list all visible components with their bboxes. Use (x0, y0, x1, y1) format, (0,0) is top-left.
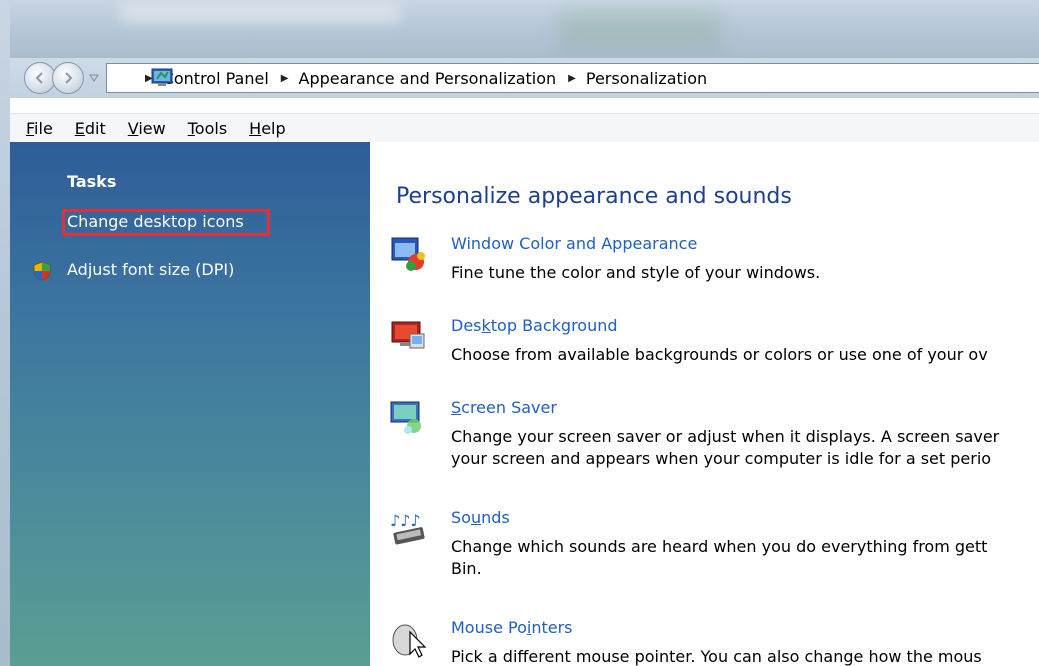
svg-text:♪♪♪: ♪♪♪ (390, 511, 421, 530)
screen-saver-description-line1: Change your screen saver or adjust when … (451, 427, 1000, 446)
forward-button[interactable] (52, 62, 84, 94)
screen-saver-description: Change your screen saver or adjust when … (451, 426, 1039, 470)
breadcrumb-control-panel[interactable]: Control Panel (163, 69, 269, 88)
breadcrumb-separator-icon: ▶ (280, 72, 289, 84)
menu-help[interactable]: Help (249, 119, 285, 138)
desktop-background-icon (391, 321, 425, 349)
glass-reflection (560, 10, 720, 50)
menu-view[interactable]: View (128, 119, 166, 138)
window-color-link[interactable]: Window Color and Appearance (451, 234, 697, 253)
recent-pages-chevron-down-icon[interactable] (88, 72, 100, 84)
task-screen-saver: Screen Saver Change your screen saver or… (388, 398, 1039, 480)
page-title: Personalize appearance and sounds (396, 184, 792, 209)
task-desktop-background: Desktop Background Choose from available… (388, 316, 1039, 376)
task-window-color: Window Color and Appearance Fine tune th… (388, 234, 1039, 294)
control-panel-icon (151, 68, 173, 86)
personalization-window: ▶ Control Panel ▶ Appearance and Persona… (0, 0, 1039, 666)
sounds-description-line1: Change which sounds are heard when you d… (451, 537, 988, 556)
sounds-description: Change which sounds are heard when you d… (451, 536, 1039, 580)
task-mouse-pointers: Mouse Pointers Pick a different mouse po… (388, 618, 1039, 666)
breadcrumb-separator-icon: ▶ (568, 72, 576, 84)
highlight-box (62, 209, 270, 236)
main-content: Personalize appearance and sounds Window… (370, 142, 1039, 666)
back-arrow-icon (35, 72, 43, 84)
window-color-description: Fine tune the color and style of your wi… (451, 263, 821, 282)
sounds-description-line2: Bin. (451, 559, 482, 578)
window-color-icon (391, 237, 425, 271)
screen-saver-description-line2: your screen and appears when your comput… (451, 449, 992, 468)
menu-edit[interactable]: Edit (75, 119, 106, 138)
screen-saver-icon (390, 401, 421, 434)
sidebar-heading: Tasks (67, 172, 117, 191)
desktop-background-description: Choose from available backgrounds or col… (451, 345, 988, 364)
adjust-font-size-link[interactable]: Adjust font size (DPI) (67, 260, 234, 279)
forward-arrow-icon (65, 72, 73, 84)
sounds-link[interactable]: Sounds (451, 508, 510, 527)
window-left-frame (0, 0, 10, 666)
menu-bar: File Edit View Tools Help (10, 113, 1039, 143)
screen-saver-link[interactable]: Screen Saver (451, 398, 557, 417)
tasks-sidebar: Tasks Change desktop icons Adjust font s… (10, 142, 370, 666)
breadcrumb-personalization[interactable]: Personalization (586, 69, 707, 88)
mouse-pointer-icon (392, 624, 427, 658)
breadcrumb-appearance-and-personalization[interactable]: Appearance and Personalization (299, 69, 557, 88)
desktop-background-link[interactable]: Desktop Background (451, 316, 618, 335)
menu-tools[interactable]: Tools (188, 119, 227, 138)
sounds-icon: ♪♪♪ (390, 511, 425, 545)
mouse-pointers-description: Pick a different mouse pointer. You can … (451, 647, 982, 666)
change-desktop-icons-link[interactable]: Change desktop icons (62, 209, 270, 236)
address-bar[interactable]: ▶ Control Panel ▶ Appearance and Persona… (106, 63, 1039, 93)
glass-reflection (120, 2, 400, 24)
uac-shield-icon (33, 261, 51, 281)
title-bar (0, 0, 1039, 58)
navigation-bar: ▶ Control Panel ▶ Appearance and Persona… (10, 58, 1039, 98)
menu-file[interactable]: File (26, 119, 53, 138)
task-sounds: ♪♪♪ Sounds Change which sounds are heard… (388, 508, 1039, 590)
mouse-pointers-link[interactable]: Mouse Pointers (451, 618, 573, 637)
